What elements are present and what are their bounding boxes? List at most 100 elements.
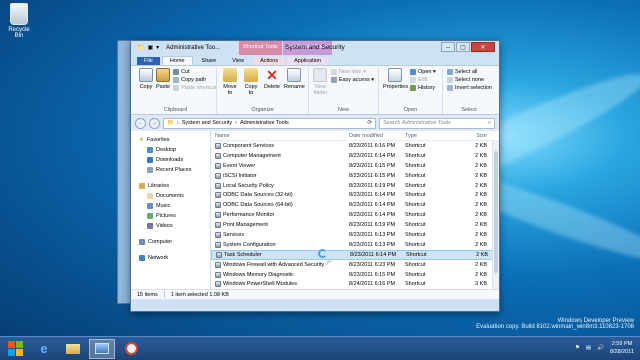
content-area: ★ Favorites Desktop Downloads Recent Plac…	[131, 131, 499, 289]
nav-computer[interactable]: Computer	[131, 237, 210, 247]
nav-libraries[interactable]: Libraries	[131, 181, 210, 191]
address-bar[interactable]: 📁 › System and Security › Administrative…	[163, 117, 376, 129]
tab-view[interactable]: View	[225, 57, 251, 65]
maximize-button[interactable]: ▢	[456, 42, 470, 52]
chevron-right-icon[interactable]: ›	[177, 120, 179, 126]
table-row[interactable]: Computer Management 8/23/2011 6:14 PM Shor…	[211, 151, 499, 161]
table-row[interactable]: ODBC Data Sources (64-bit) 8/23/2011 6:14…	[211, 200, 499, 210]
vertical-scrollbar[interactable]	[492, 141, 499, 289]
table-row[interactable]: ODBC Data Sources (32-bit) 8/23/2011 6:14…	[211, 190, 499, 200]
file-date: 8/23/2011 6:23 PM	[349, 261, 396, 268]
start-button[interactable]	[2, 339, 28, 359]
cut-label: Cut	[181, 69, 190, 75]
recycle-bin-shortcut[interactable]: Recycle Bin	[4, 3, 34, 39]
shortcut-icon	[215, 281, 221, 288]
taskbar-file-explorer[interactable]	[60, 339, 86, 359]
app-icon	[124, 342, 138, 355]
clock-time: 2:59 PM	[611, 341, 633, 347]
breadcrumb-administrative-tools[interactable]: Administrative Tools	[240, 120, 289, 126]
file-date: 8/23/2011 6:14 PM	[349, 202, 396, 209]
forward-button[interactable]: →	[149, 117, 160, 129]
table-row[interactable]: Windows Firewall with Advanced Security 8…	[211, 260, 499, 270]
table-row[interactable]: Windows PowerShell Modules 8/24/2011 6:16…	[211, 279, 499, 289]
history-button[interactable]: History	[410, 85, 436, 91]
table-row[interactable]: Print Management 8/23/2011 6:19 PM Shortcu…	[211, 220, 499, 230]
flag-icon[interactable]: ⚑	[575, 345, 580, 351]
file-date: 8/23/2011 6:14 PM	[349, 192, 396, 199]
file-date: 8/23/2011 6:13 PM	[349, 241, 396, 248]
open-group-label: Open	[403, 107, 418, 113]
select-all-button[interactable]: Select all	[447, 69, 492, 75]
file-type: Shortcut	[405, 241, 426, 248]
column-date-modified[interactable]: Date modified	[349, 133, 405, 139]
select-group-label: Select	[461, 107, 477, 113]
close-button[interactable]: ✕	[471, 42, 495, 52]
nav-music[interactable]: Music	[131, 201, 210, 211]
nav-downloads[interactable]: Downloads	[131, 155, 210, 165]
table-row[interactable]: System Configuration 8/23/2011 6:13 PM Sho…	[211, 240, 499, 250]
file-date: 8/23/2011 6:14 PM	[349, 152, 396, 159]
windows-logo-icon	[15, 349, 23, 356]
table-row[interactable]: Event Viewer 8/23/2011 6:15 PM Shortcut 2 K…	[211, 161, 499, 171]
recycle-bin-label: Recycle Bin	[8, 27, 30, 39]
edit-button[interactable]: Edit	[410, 77, 436, 83]
table-row[interactable]: Local Security Policy 8/23/2011 6:19 PM Sh…	[211, 181, 499, 191]
nav-documents[interactable]: Documents	[131, 191, 210, 201]
title-bar[interactable]: 📁 ▣ ▾ Administrative Too... Shortcut Too…	[131, 41, 499, 55]
nav-network[interactable]: Network	[131, 253, 210, 263]
paste-label: Paste	[156, 84, 171, 90]
column-name[interactable]: Name	[215, 133, 349, 139]
table-row[interactable]: Task Scheduler 8/23/2011 6:14 PM Shortcut 2…	[211, 249, 499, 260]
new-folder-icon	[313, 68, 328, 82]
file-name: Windows Memory Diagnostic	[223, 271, 294, 278]
copy-path-label: Copy path	[181, 77, 207, 83]
shortcut-icon	[216, 251, 222, 258]
table-row[interactable]: Component Services 8/23/2011 6:16 PM Short…	[211, 141, 499, 151]
easy-access-icon	[330, 77, 337, 83]
taskbar-internet-explorer[interactable]: e	[31, 339, 57, 359]
new-item-button[interactable]: New item ▾	[330, 69, 374, 75]
file-name: Performance Monitor	[223, 212, 275, 219]
taskbar-control-panel[interactable]	[89, 338, 115, 359]
tab-home[interactable]: Home	[161, 56, 193, 65]
refresh-icon[interactable]: ⟳	[367, 120, 372, 126]
nav-favorites[interactable]: ★ Favorites	[131, 135, 210, 145]
file-type: Shortcut	[405, 162, 426, 169]
copy-path-button[interactable]: Copy path	[173, 77, 216, 83]
table-row[interactable]: Windows Memory Diagnostic 8/23/2011 6:15 …	[211, 270, 499, 280]
tab-share[interactable]: Share	[195, 57, 224, 65]
table-row[interactable]: Performance Monitor 8/23/2011 6:14 PM Shor…	[211, 210, 499, 220]
scrollbar-thumb[interactable]	[494, 151, 498, 273]
taskbar-app[interactable]	[118, 339, 144, 359]
search-icon[interactable]: ⌕	[488, 120, 491, 127]
clock[interactable]: 2:59 PM 8/28/2011	[610, 340, 634, 356]
status-divider	[163, 291, 165, 298]
minimize-button[interactable]: –	[441, 42, 455, 52]
easy-access-button[interactable]: Easy access ▾	[330, 77, 374, 83]
back-button[interactable]: ←	[135, 117, 146, 129]
nav-pictures[interactable]: Pictures	[131, 211, 210, 221]
explorer-window[interactable]: 📁 ▣ ▾ Administrative Too... Shortcut Too…	[130, 40, 500, 312]
select-none-button[interactable]: Select none	[447, 77, 492, 83]
open-button[interactable]: Open ▾	[410, 69, 436, 75]
chevron-right-icon[interactable]: ›	[235, 120, 237, 126]
table-row[interactable]: iSCSI Initiator 8/23/2011 6:15 PM Shortcut…	[211, 171, 499, 181]
nav-recent-places[interactable]: Recent Places	[131, 165, 210, 175]
nav-videos[interactable]: Videos	[131, 221, 210, 231]
cut-button[interactable]: Cut	[173, 69, 216, 75]
tab-application[interactable]: Application	[287, 57, 329, 65]
tab-actions[interactable]: Actions	[253, 57, 286, 65]
tab-file[interactable]: File	[137, 57, 160, 65]
paste-shortcut-button[interactable]: Paste shortcut	[173, 85, 216, 91]
nav-desktop[interactable]: Desktop	[131, 145, 210, 155]
column-size[interactable]: Size	[463, 133, 487, 139]
invert-selection-button[interactable]: Invert selection	[447, 85, 492, 91]
rename-label: Rename	[284, 84, 305, 90]
volume-icon[interactable]: 🔊	[597, 345, 604, 351]
breadcrumb-system-and-security[interactable]: System and Security	[182, 120, 232, 126]
table-row[interactable]: Services 8/23/2011 6:13 PM Shortcut 2 KB	[211, 230, 499, 240]
search-input[interactable]: Search Administrative Tools ⌕	[379, 117, 495, 129]
select-all-icon	[447, 69, 453, 75]
column-type[interactable]: Type	[405, 133, 463, 139]
network-tray-icon[interactable]: ▤	[586, 345, 591, 351]
